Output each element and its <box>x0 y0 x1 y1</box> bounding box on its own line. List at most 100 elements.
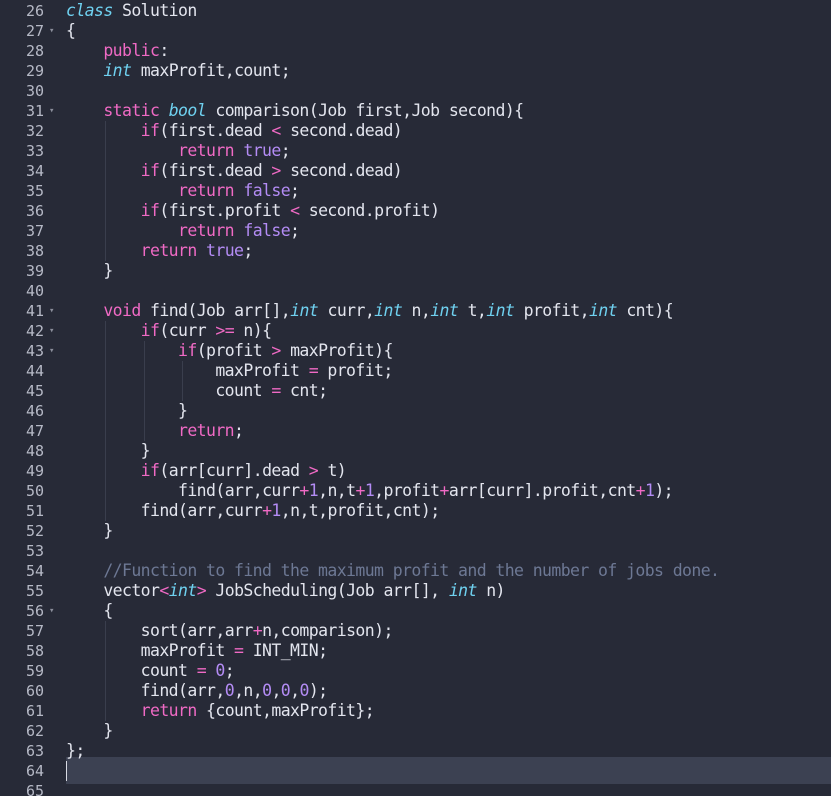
line-number: 51 <box>25 502 44 520</box>
line-number: 53 <box>25 542 44 560</box>
line-number: 48 <box>25 442 44 460</box>
code-line[interactable]: } <box>66 401 831 421</box>
gutter-line: 51 <box>0 501 66 521</box>
code-line[interactable]: return true; <box>66 241 831 261</box>
code-line[interactable]: }; <box>66 741 831 761</box>
line-number: 41 <box>25 302 44 320</box>
gutter-line: 44 <box>0 361 66 381</box>
code-line[interactable]: maxProfit = INT_MIN; <box>66 641 831 661</box>
line-number: 50 <box>25 482 44 500</box>
code-line[interactable]: return; <box>66 421 831 441</box>
code-area[interactable]: class Solution{ public: int maxProfit,co… <box>66 0 831 796</box>
code-line[interactable]: maxProfit = profit; <box>66 361 831 381</box>
line-number: 63 <box>25 742 44 760</box>
code-line[interactable]: find(arr,curr+1,n,t,profit,cnt); <box>66 501 831 521</box>
code-line[interactable]: } <box>66 261 831 281</box>
code-line[interactable]: count = cnt; <box>66 381 831 401</box>
code-line[interactable]: class Solution <box>66 1 831 21</box>
gutter-line: 62 <box>0 721 66 741</box>
gutter-line: 57 <box>0 621 66 641</box>
gutter-line: 52 <box>0 521 66 541</box>
gutter-line: 43 ▾ <box>0 341 66 361</box>
code-line[interactable]: return {count,maxProfit}; <box>66 701 831 721</box>
code-line[interactable]: count = 0; <box>66 661 831 681</box>
gutter-line: 61 <box>0 701 66 721</box>
code-line[interactable]: } <box>66 441 831 461</box>
gutter-line: 31 ▾ <box>0 101 66 121</box>
line-number: 47 <box>25 422 44 440</box>
code-line[interactable] <box>66 81 831 101</box>
code-line[interactable] <box>66 761 831 781</box>
fold-chevron-icon[interactable]: ▾ <box>49 341 54 361</box>
line-number: 30 <box>25 82 44 100</box>
gutter-line: 49 <box>0 461 66 481</box>
line-number: 39 <box>25 262 44 280</box>
code-line[interactable]: sort(arr,arr+n,comparison); <box>66 621 831 641</box>
code-line[interactable]: if(arr[curr].dead > t) <box>66 461 831 481</box>
line-number: 37 <box>25 222 44 240</box>
code-line[interactable] <box>66 781 831 796</box>
line-number: 61 <box>25 702 44 720</box>
code-line[interactable]: if(curr >= n){ <box>66 321 831 341</box>
code-line[interactable]: if(first.dead < second.dead) <box>66 121 831 141</box>
code-line[interactable]: return false; <box>66 221 831 241</box>
gutter-line: 26 <box>0 1 66 21</box>
code-line[interactable]: find(arr,curr+1,n,t+1,profit+arr[curr].p… <box>66 481 831 501</box>
line-number: 36 <box>25 202 44 220</box>
gutter-line: 37 <box>0 221 66 241</box>
gutter-line: 54 <box>0 561 66 581</box>
gutter-line: 53 <box>0 541 66 561</box>
gutter-line: 39 <box>0 261 66 281</box>
gutter-line: 36 <box>0 201 66 221</box>
code-editor[interactable]: 26 27 ▾ 28 29 30 31 ▾ 32 33 34 35 36 37 38 39 40 41 ▾ 42 ▾ 43… <box>0 0 831 796</box>
code-line[interactable]: if(first.dead > second.dead) <box>66 161 831 181</box>
line-number: 43 <box>25 342 44 360</box>
line-number: 45 <box>25 382 44 400</box>
gutter-line: 63 <box>0 741 66 761</box>
gutter-line: 60 <box>0 681 66 701</box>
code-line[interactable]: vector<int> JobScheduling(Job arr[], int… <box>66 581 831 601</box>
gutter-line: 40 <box>0 281 66 301</box>
code-line[interactable]: find(arr,0,n,0,0,0); <box>66 681 831 701</box>
line-number: 34 <box>25 162 44 180</box>
line-number: 54 <box>25 562 44 580</box>
line-number: 38 <box>25 242 44 260</box>
code-line[interactable]: public: <box>66 41 831 61</box>
gutter-line: 45 <box>0 381 66 401</box>
fold-chevron-icon[interactable]: ▾ <box>49 101 54 121</box>
fold-chevron-icon[interactable]: ▾ <box>49 21 54 41</box>
fold-chevron-icon[interactable]: ▾ <box>49 301 54 321</box>
line-number: 64 <box>25 762 44 780</box>
line-number: 31 <box>25 102 44 120</box>
code-line[interactable]: int maxProfit,count; <box>66 61 831 81</box>
line-number: 58 <box>25 642 44 660</box>
code-line[interactable]: static bool comparison(Job first,Job sec… <box>66 101 831 121</box>
line-number: 35 <box>25 182 44 200</box>
line-number: 29 <box>25 62 44 80</box>
code-line[interactable]: { <box>66 601 831 621</box>
code-line[interactable]: } <box>66 721 831 741</box>
gutter-line: 32 <box>0 121 66 141</box>
gutter-line: 27 ▾ <box>0 21 66 41</box>
code-comment: //Function to find the maximum profit an… <box>103 561 720 580</box>
code-line[interactable]: } <box>66 521 831 541</box>
gutter-line: 28 <box>0 41 66 61</box>
gutter-line: 33 <box>0 141 66 161</box>
code-line[interactable] <box>66 281 831 301</box>
code-line[interactable] <box>66 541 831 561</box>
code-line[interactable]: return false; <box>66 181 831 201</box>
gutter-line: 56 ▾ <box>0 601 66 621</box>
code-line[interactable]: if(first.profit < second.profit) <box>66 201 831 221</box>
line-number: 60 <box>25 682 44 700</box>
gutter-line: 59 <box>0 661 66 681</box>
text-cursor <box>66 761 67 781</box>
fold-chevron-icon[interactable]: ▾ <box>49 601 54 621</box>
code-line[interactable]: return true; <box>66 141 831 161</box>
gutter-line: 46 <box>0 401 66 421</box>
line-number: 46 <box>25 402 44 420</box>
code-line[interactable]: { <box>66 21 831 41</box>
code-line[interactable]: if(profit > maxProfit){ <box>66 341 831 361</box>
fold-chevron-icon[interactable]: ▾ <box>49 321 54 341</box>
code-line[interactable]: //Function to find the maximum profit an… <box>66 561 831 581</box>
code-line[interactable]: void find(Job arr[],int curr,int n,int t… <box>66 301 831 321</box>
